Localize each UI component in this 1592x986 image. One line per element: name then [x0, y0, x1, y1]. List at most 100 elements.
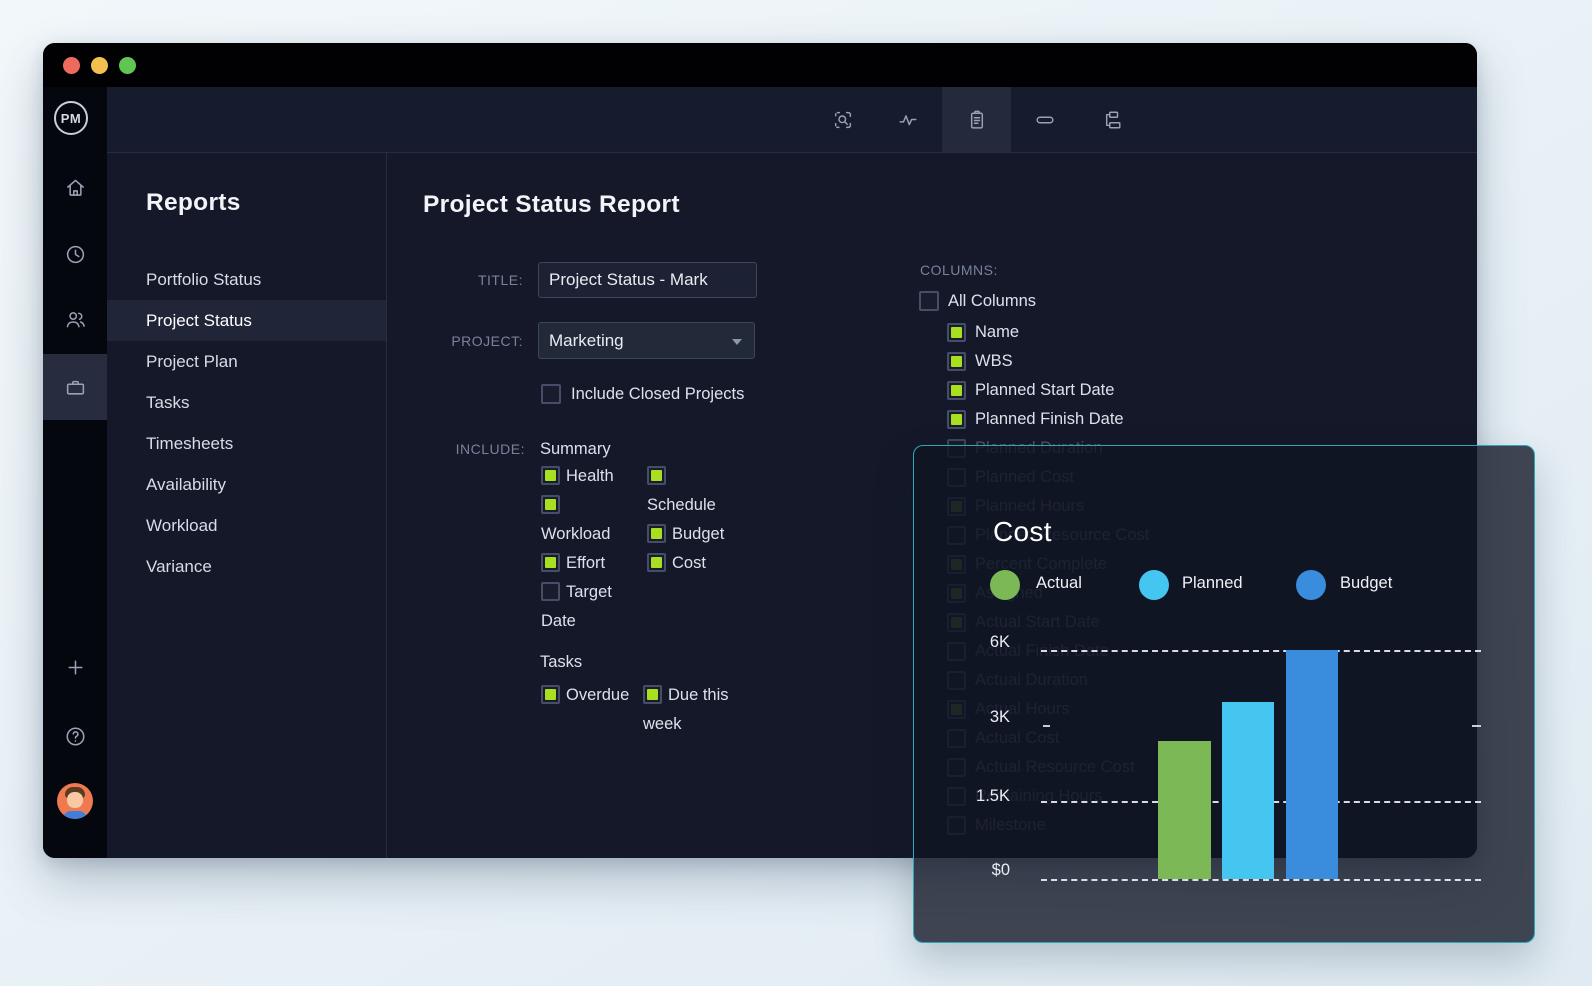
rail-item-team-icon[interactable] [43, 296, 107, 342]
all-columns-checkbox[interactable]: All Columns [919, 291, 1036, 311]
columns-item-label: Planned Start Date [975, 381, 1114, 400]
gridline-0 [1041, 879, 1481, 881]
reports-item-project-status[interactable]: Project Status [107, 300, 386, 341]
page-title: Project Status Report [423, 191, 680, 219]
summary-column-1: HealthWorkloadEffortTarget Date [541, 462, 627, 636]
columns-item-label: WBS [975, 352, 1013, 371]
rail-item-plus-icon[interactable] [43, 644, 107, 690]
avatar-face [67, 792, 83, 808]
window-titlebar [43, 43, 1477, 87]
page: PM Reports Portfolio StatusProject Statu… [0, 0, 1592, 986]
checkbox-box [947, 352, 966, 371]
gridline-3k-right-dash [1472, 725, 1481, 727]
columns-item-name[interactable]: Name [947, 318, 1149, 347]
checkbox-box [541, 466, 560, 485]
checkbox-cost[interactable]: Cost [647, 549, 735, 578]
reports-item-timesheets[interactable]: Timesheets [107, 423, 386, 464]
toolbar-button-timeline-bar-icon[interactable] [1010, 87, 1079, 152]
columns-item-label: Name [975, 323, 1019, 342]
tasks-heading: Tasks [540, 653, 582, 672]
app-logo[interactable]: PM [54, 101, 88, 135]
minimize-button[interactable] [91, 57, 108, 74]
rail-item-help-icon[interactable] [43, 713, 107, 759]
reports-item-portfolio-status[interactable]: Portfolio Status [107, 259, 386, 300]
checkbox-box [541, 553, 560, 572]
checkbox-box [643, 685, 662, 704]
avatar-shirt [63, 811, 87, 819]
toolbar-button-scan-search-icon[interactable] [808, 87, 877, 152]
checkbox-box [541, 582, 560, 601]
checkbox-health[interactable]: Health [541, 462, 627, 491]
project-field-label: PROJECT: [373, 333, 523, 349]
legend-dot-budget [1296, 570, 1326, 600]
reports-item-tasks[interactable]: Tasks [107, 382, 386, 423]
checkbox-box [919, 291, 939, 311]
checkbox-box [647, 466, 666, 485]
y-tick-1.5k: 1.5K [940, 787, 1010, 809]
summary-heading: Summary [540, 440, 611, 459]
reports-item-availability[interactable]: Availability [107, 464, 386, 505]
bar-budget [1286, 650, 1338, 879]
cost-chart-card: Cost Actual Planned Budget $0 1.5K 3K 6K [913, 445, 1535, 943]
checkbox-box [541, 685, 560, 704]
rail-item-briefcase-icon[interactable] [43, 364, 107, 410]
all-columns-label: All Columns [948, 292, 1036, 311]
project-dropdown-value: Marketing [549, 331, 624, 351]
checkbox-box [647, 553, 666, 572]
columns-item-label: Planned Finish Date [975, 410, 1124, 429]
rail-item-clock-icon[interactable] [43, 231, 107, 277]
checkbox-box [541, 495, 560, 514]
legend-dot-planned [1139, 570, 1169, 600]
reports-item-workload[interactable]: Workload [107, 505, 386, 546]
summary-column-2: ScheduleBudgetCost [647, 462, 735, 578]
toolbar-button-workflow-icon[interactable] [1077, 87, 1146, 152]
reports-list: Portfolio StatusProject StatusProject Pl… [107, 259, 386, 587]
checkbox-box [947, 381, 966, 400]
toolbar-button-clipboard-icon[interactable] [942, 87, 1011, 152]
checkbox-target-date[interactable]: Target Date [541, 578, 627, 636]
include-closed-checkbox[interactable]: Include Closed Projects [541, 384, 744, 404]
legend-dot-actual [990, 570, 1020, 600]
title-field-label: TITLE: [373, 272, 523, 288]
columns-item-wbs[interactable]: WBS [947, 347, 1149, 376]
left-rail: PM [43, 87, 107, 858]
reports-item-project-plan[interactable]: Project Plan [107, 341, 386, 382]
reports-item-variance[interactable]: Variance [107, 546, 386, 587]
chart-title: Cost [993, 516, 1052, 548]
gridline-3k-left-dash [1043, 725, 1050, 727]
legend-label-planned: Planned [1182, 574, 1243, 593]
title-input[interactable] [538, 262, 757, 298]
tasks-checkbox-row: OverdueDue this week [541, 681, 738, 739]
legend-label-budget: Budget [1340, 574, 1392, 593]
y-tick-3k: 3K [940, 708, 1010, 730]
checkbox-effort[interactable]: Effort [541, 549, 627, 578]
bar-planned [1222, 702, 1274, 879]
legend-label-actual: Actual [1036, 574, 1082, 593]
checkbox-box [647, 524, 666, 543]
rail-item-home-icon[interactable] [43, 164, 107, 210]
include-section-label: INCLUDE: [375, 441, 525, 457]
y-tick-0: $0 [940, 861, 1010, 883]
columns-item-planned-finish-date[interactable]: Planned Finish Date [947, 405, 1149, 434]
gridline-6k [1041, 650, 1481, 652]
reports-panel: Reports Portfolio StatusProject StatusPr… [107, 153, 387, 858]
checkbox-box [947, 410, 966, 429]
checkbox-box [947, 323, 966, 342]
checkbox-overdue[interactable]: Overdue [541, 681, 643, 710]
checkbox-budget[interactable]: Budget [647, 520, 735, 549]
zoom-button[interactable] [119, 57, 136, 74]
top-toolbar [107, 87, 1477, 153]
columns-item-planned-start-date[interactable]: Planned Start Date [947, 376, 1149, 405]
checkbox-workload[interactable]: Workload [541, 491, 627, 549]
checkbox-due-this-week[interactable]: Due this week [643, 681, 738, 739]
y-tick-6k: 6K [940, 633, 1010, 655]
checkbox-schedule[interactable]: Schedule [647, 462, 735, 520]
project-dropdown[interactable]: Marketing [538, 322, 755, 359]
toolbar-button-activity-icon[interactable] [873, 87, 942, 152]
checkbox-box [541, 384, 561, 404]
close-button[interactable] [63, 57, 80, 74]
user-avatar[interactable] [57, 783, 93, 819]
bar-actual [1158, 741, 1211, 879]
chevron-down-icon [732, 339, 742, 345]
traffic-lights [63, 57, 136, 74]
